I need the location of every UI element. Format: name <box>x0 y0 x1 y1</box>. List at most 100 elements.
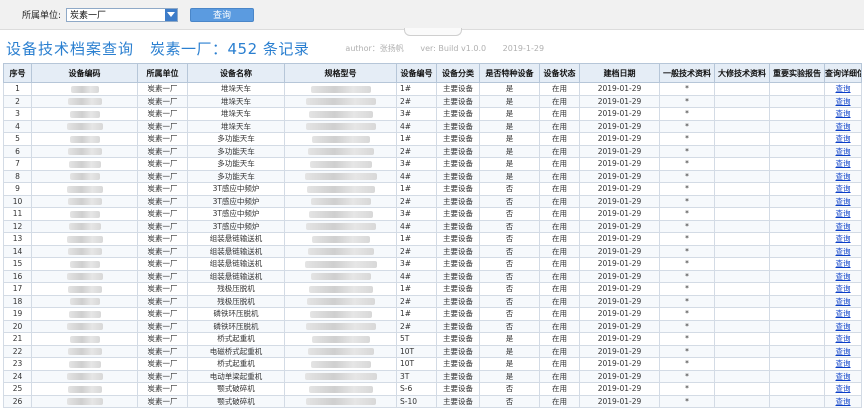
detail-query-link[interactable]: 查询 <box>836 159 851 168</box>
equipment-number-cell: 3# <box>396 107 437 121</box>
equipment-name-cell: 残极压脱机 <box>187 282 285 296</box>
created-date-cell: 2019-01-29 <box>579 132 660 146</box>
spec-model-cell <box>284 382 397 396</box>
detail-query-link[interactable]: 查询 <box>836 297 851 306</box>
detail-query-link[interactable]: 查询 <box>836 309 851 318</box>
equipment-code-cell <box>31 219 138 233</box>
row-number: 25 <box>3 382 32 396</box>
table-row: 18 炭素一厂 残极压脱机 2# 主要设备否在用 2019-01-29 * 查询 <box>3 294 862 308</box>
detail-query-link[interactable]: 查询 <box>836 197 851 206</box>
unit-cell: 炭素一厂 <box>137 107 188 121</box>
detail-query-link[interactable]: 查询 <box>836 384 851 393</box>
equipment-name-cell: 堆垛天车 <box>187 107 285 121</box>
detail-query-link[interactable]: 查询 <box>836 234 851 243</box>
redacted-value <box>306 298 375 306</box>
detail-query-link[interactable]: 查询 <box>836 97 851 106</box>
detail-query-link[interactable]: 查询 <box>836 372 851 381</box>
general-docs-cell: * <box>659 132 715 146</box>
table-row: 17 炭素一厂 残极压脱机 1# 主要设备否在用 2019-01-29 * 查询 <box>3 282 862 296</box>
special-equipment-cell: 否 <box>479 257 540 271</box>
overhaul-docs-cell <box>714 82 770 96</box>
spec-model-cell <box>284 219 397 233</box>
category-cell: 主要设备 <box>436 232 480 246</box>
detail-query-link[interactable]: 查询 <box>836 322 851 331</box>
redacted-value <box>305 398 376 406</box>
detail-query-link[interactable]: 查询 <box>836 247 851 256</box>
detail-query-link[interactable]: 查询 <box>836 109 851 118</box>
equipment-code-cell <box>31 269 138 283</box>
column-header: 重要实验报告 <box>769 63 825 83</box>
detail-query-link[interactable]: 查询 <box>836 134 851 143</box>
status-cell: 在用 <box>539 369 580 383</box>
detail-query-link[interactable]: 查询 <box>836 122 851 131</box>
category-cell: 主要设备 <box>436 344 480 358</box>
detail-query-link[interactable]: 查询 <box>836 84 851 93</box>
test-report-cell <box>769 319 825 333</box>
equipment-name-cell: 磷铁环压脱机 <box>187 307 285 321</box>
collapse-handle[interactable] <box>404 28 462 36</box>
detail-query-link[interactable]: 查询 <box>836 209 851 218</box>
row-number: 6 <box>3 144 32 158</box>
created-date-cell: 2019-01-29 <box>579 369 660 383</box>
test-report-cell <box>769 182 825 196</box>
unit-select[interactable]: 炭素一厂 <box>66 7 179 22</box>
detail-query-link[interactable]: 查询 <box>836 172 851 181</box>
status-cell: 在用 <box>539 182 580 196</box>
query-button[interactable]: 查询 <box>190 7 255 22</box>
equipment-code-cell <box>31 132 138 146</box>
detail-query-link[interactable]: 查询 <box>836 222 851 231</box>
equipment-code-cell <box>31 307 138 321</box>
row-number: 5 <box>3 132 32 146</box>
detail-query-link[interactable]: 查询 <box>836 272 851 281</box>
spec-model-cell <box>284 132 397 146</box>
spec-model-cell <box>284 282 397 296</box>
general-docs-cell: * <box>659 119 715 133</box>
redacted-value <box>308 285 373 293</box>
detail-cell: 查询 <box>824 319 862 333</box>
category-cell: 主要设备 <box>436 282 480 296</box>
redacted-value <box>67 198 102 206</box>
detail-query-link[interactable]: 查询 <box>836 359 851 368</box>
table-row: 9 炭素一厂 3T感应中频炉 1# 主要设备否在用 2019-01-29 * 查询 <box>3 182 862 196</box>
detail-query-link[interactable]: 查询 <box>836 334 851 343</box>
detail-query-link[interactable]: 查询 <box>836 284 851 293</box>
equipment-code-cell <box>31 257 138 271</box>
detail-query-link[interactable]: 查询 <box>836 147 851 156</box>
overhaul-docs-cell <box>714 94 770 108</box>
overhaul-docs-cell <box>714 344 770 358</box>
equipment-name-cell: 桥式起重机 <box>187 357 285 371</box>
spec-model-cell <box>284 232 397 246</box>
equipment-number-cell: S-10 <box>396 394 437 408</box>
column-header: 设备状态 <box>539 63 580 83</box>
redacted-value <box>310 198 371 206</box>
detail-cell: 查询 <box>824 257 862 271</box>
special-equipment-cell: 否 <box>479 269 540 283</box>
overhaul-docs-cell <box>714 357 770 371</box>
test-report-cell <box>769 107 825 121</box>
category-cell: 主要设备 <box>436 269 480 283</box>
detail-query-link[interactable]: 查询 <box>836 259 851 268</box>
redacted-value <box>310 85 371 93</box>
detail-query-link[interactable]: 查询 <box>836 397 851 406</box>
created-date-cell: 2019-01-29 <box>579 394 660 408</box>
overhaul-docs-cell <box>714 157 770 171</box>
row-number: 8 <box>3 169 32 183</box>
equipment-code-cell <box>31 369 138 383</box>
test-report-cell <box>769 219 825 233</box>
category-cell: 主要设备 <box>436 219 480 233</box>
status-cell: 在用 <box>539 319 580 333</box>
record-count: 炭素一厂：452 条记录 <box>150 39 310 58</box>
equipment-code-cell <box>31 82 138 96</box>
general-docs-cell: * <box>659 269 715 283</box>
detail-query-link[interactable]: 查询 <box>836 184 851 193</box>
status-cell: 在用 <box>539 244 580 258</box>
redacted-value <box>311 335 370 343</box>
general-docs-cell: * <box>659 244 715 258</box>
equipment-name-cell: 组装悬链输送机 <box>187 257 285 271</box>
general-docs-cell: * <box>659 319 715 333</box>
status-cell: 在用 <box>539 394 580 408</box>
overhaul-docs-cell <box>714 319 770 333</box>
detail-query-link[interactable]: 查询 <box>836 347 851 356</box>
redacted-value <box>305 98 376 106</box>
chevron-down-icon[interactable] <box>165 8 178 21</box>
